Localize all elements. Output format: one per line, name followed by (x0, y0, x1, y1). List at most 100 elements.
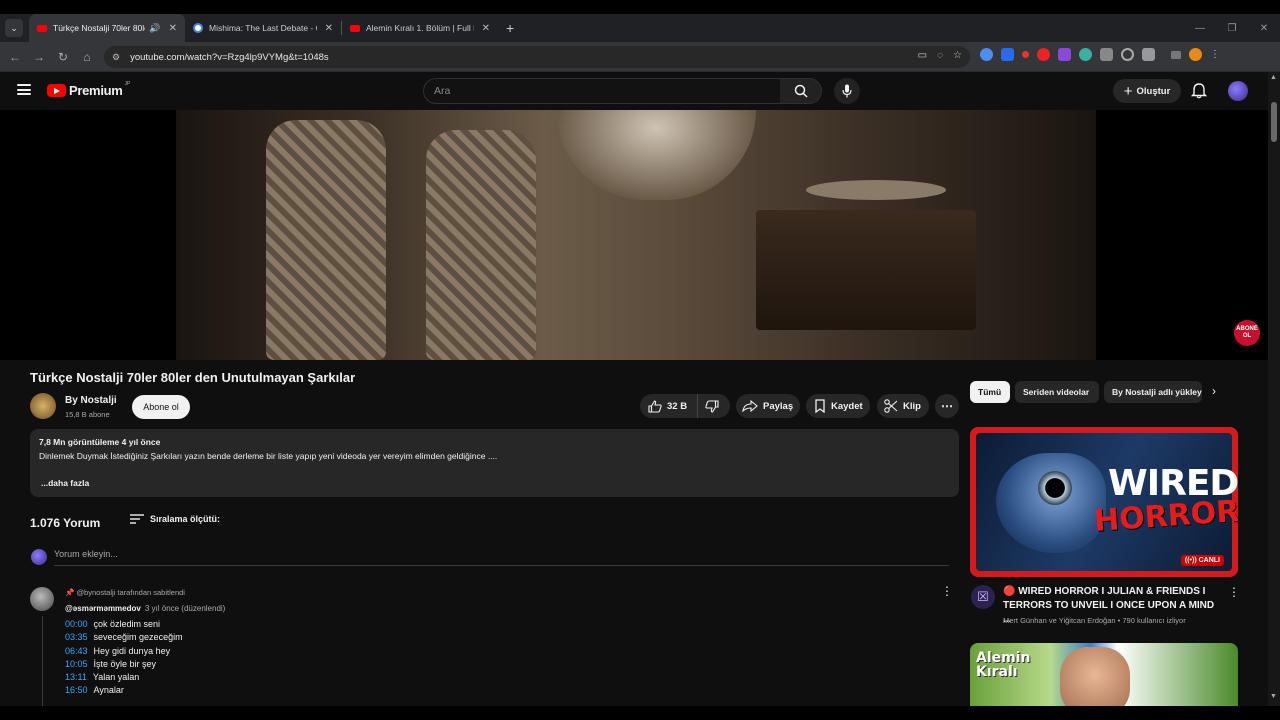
scroll-down-icon[interactable]: ▼ (1270, 693, 1277, 700)
thumbs-up-icon (648, 399, 662, 413)
view-count: 7,8 Mn görüntüleme 4 yıl önce (39, 437, 161, 447)
extension-icon[interactable] (1079, 48, 1092, 61)
extension-icon[interactable] (1100, 48, 1113, 61)
video-player[interactable]: ABONE OL (0, 110, 1268, 360)
search-placeholder: Ara (434, 85, 451, 97)
home-icon[interactable]: ⌂ (75, 50, 99, 64)
close-tab-icon[interactable]: ✕ (325, 23, 333, 34)
chip-uploader[interactable]: By Nostalji adlı yükleyiciden (1104, 381, 1202, 403)
site-info-icon[interactable]: ⚙ (112, 52, 120, 63)
thumbnail-title: Alemin Kıralı (976, 650, 1031, 680)
close-window-icon[interactable]: ✕ (1248, 23, 1280, 34)
scrollbar-thumb[interactable] (1271, 102, 1277, 142)
cast-icon[interactable]: ▭ (918, 50, 927, 61)
gramophone-horn (556, 110, 756, 200)
video-menu-icon[interactable]: ⋮ (1228, 585, 1240, 599)
channel-name[interactable]: By Nostalji (65, 395, 117, 406)
subscribe-watermark[interactable]: ABONE OL (1234, 320, 1260, 346)
add-comment-input[interactable]: Yorum ekleyin... (54, 549, 118, 559)
extension-icon[interactable] (1121, 48, 1134, 61)
timestamp-link[interactable]: 06:43 (65, 646, 88, 656)
show-more-link[interactable]: ...daha fazla (41, 478, 89, 488)
forward-icon[interactable]: → (27, 50, 51, 64)
youtube-logo[interactable]: Premium JP (47, 81, 130, 98)
profile-icon[interactable] (1189, 48, 1202, 61)
close-tab-icon[interactable]: ✕ (482, 23, 490, 34)
video-thumbnail[interactable]: WIRED HORROR ((•)) CANLI (970, 427, 1238, 577)
subscribe-button[interactable]: Abone ol (132, 395, 190, 419)
channel-avatar[interactable]: ☒ (971, 585, 995, 609)
scrollbar-track[interactable] (1268, 72, 1280, 706)
close-tab-icon[interactable]: ✕ (169, 23, 177, 34)
puzzle-icon[interactable] (1142, 48, 1155, 61)
chip-series[interactable]: Seriden videolar (1015, 381, 1099, 403)
microphone-icon (842, 84, 852, 98)
timestamp-line: 00:00 çok özledim seni (65, 619, 160, 629)
timestamp-link[interactable]: 10:05 (65, 659, 88, 669)
window-controls: — ❐ ✕ (1184, 14, 1280, 42)
tab-search-button[interactable]: ⌄ (5, 19, 23, 37)
timestamp-line: 16:50 Aynalar (65, 685, 124, 695)
extension-icon[interactable] (1001, 48, 1014, 61)
comment-author[interactable]: @əsmərməmmedov (65, 604, 141, 613)
comment-time[interactable]: 3 yıl önce (düzenlendi) (145, 604, 226, 613)
audio-icon[interactable]: 🔊 (149, 23, 160, 34)
channel-avatar[interactable] (30, 393, 56, 419)
chevron-right-icon[interactable]: › (1212, 384, 1216, 398)
search-input[interactable]: Ara (423, 78, 781, 104)
video-title: Türkçe Nostalji 70ler 80ler den Unutulma… (30, 370, 356, 385)
live-icon: ((•)) (1184, 557, 1199, 564)
hamburger-menu-icon[interactable] (17, 84, 31, 95)
reload-icon[interactable]: ↻ (51, 50, 75, 64)
more-actions-icon[interactable]: ⋯ (935, 394, 959, 418)
reading-list-icon[interactable] (1171, 50, 1181, 59)
description-box[interactable] (30, 429, 959, 497)
bookmark-star-icon[interactable]: ☆ (953, 50, 962, 61)
search-button[interactable] (780, 78, 822, 104)
like-count: 32 B (667, 400, 688, 412)
like-button[interactable]: 32 B (640, 394, 698, 418)
timestamp-link[interactable]: 16:50 (65, 685, 88, 695)
extension-icon[interactable] (980, 48, 993, 61)
timestamp-link[interactable]: 03:35 (65, 632, 88, 642)
video-thumbnail[interactable]: Alemin Kıralı (970, 643, 1238, 706)
extension-icon[interactable] (1058, 48, 1071, 61)
create-label: Oluştur (1136, 85, 1171, 97)
restore-icon[interactable]: ❐ (1216, 23, 1248, 34)
search-icon (794, 84, 808, 98)
voice-search-button[interactable] (834, 78, 860, 104)
new-tab-icon[interactable]: + (506, 20, 514, 36)
pinned-by-text: @bynostalji tarafından sabitlendi (76, 588, 185, 597)
scroll-up-icon[interactable]: ▲ (1270, 74, 1277, 81)
timestamp-link[interactable]: 00:00 (65, 619, 88, 629)
tab-google[interactable]: Mishima: The Last Debate - Google ✕ (185, 14, 341, 42)
comment-menu-icon[interactable]: ⋮ (941, 584, 953, 598)
timestamp-link[interactable]: 13:11 (65, 672, 87, 682)
browser-menu-icon[interactable]: ⋮ (1210, 49, 1220, 60)
clip-button[interactable]: Klip (877, 394, 929, 418)
chip-all[interactable]: Tümü (970, 381, 1010, 403)
tab-title: Alemin Kıralı 1. Bölüm | Full HD (366, 23, 474, 33)
url-text: youtube.com/watch?v=Rzg4lp9VYMg&t=1048s (130, 51, 329, 63)
fish-eye (1038, 471, 1072, 505)
chair-shape (266, 120, 386, 360)
save-button[interactable]: Kaydet (806, 394, 870, 418)
user-avatar[interactable] (1228, 81, 1248, 101)
share-button[interactable]: Paylaş (736, 394, 800, 418)
eye-off-icon[interactable]: ◌ (937, 50, 943, 61)
omnibox[interactable]: ⚙ youtube.com/watch?v=Rzg4lp9VYMg&t=1048… (104, 46, 970, 68)
dislike-button[interactable] (698, 399, 730, 413)
extension-icon[interactable] (1022, 51, 1029, 58)
create-button[interactable]: + Oluştur (1113, 79, 1181, 103)
back-icon[interactable]: ← (3, 50, 27, 64)
tab-alemin[interactable]: Alemin Kıralı 1. Bölüm | Full HD ✕ (342, 14, 498, 42)
sort-button[interactable]: Sıralama ölçütü: (130, 514, 220, 524)
commenter-avatar[interactable] (30, 587, 54, 611)
extension-icon[interactable] (1037, 48, 1050, 61)
minimize-icon[interactable]: — (1184, 23, 1216, 34)
tab-youtube-active[interactable]: Türkçe Nostalji 70ler 80ler den Unutulma… (29, 14, 185, 42)
timestamp-line: 13:11 Yalan yalan (65, 672, 139, 682)
notifications-bell-icon[interactable] (1190, 83, 1208, 99)
sidebar-video-meta: Mert Günhan ve Yiğitcan Erdoğan • 790 ku… (1003, 616, 1186, 625)
google-favicon-icon (193, 23, 203, 33)
